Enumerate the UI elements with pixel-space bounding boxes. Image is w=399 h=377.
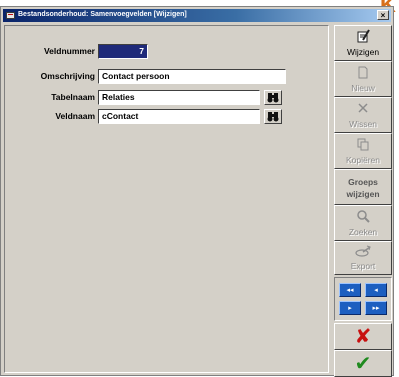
previous-record-button[interactable]: ◂	[365, 283, 387, 297]
ok-button[interactable]: ✔	[334, 350, 392, 377]
zoeken-button[interactable]: Zoeken	[334, 205, 392, 241]
wissen-button[interactable]: Wissen	[334, 97, 392, 133]
next-record-button[interactable]: ▸	[339, 301, 361, 315]
omschrijving-field[interactable]: Contact persoon	[98, 69, 286, 84]
export-icon	[355, 245, 371, 257]
export-button[interactable]: Export	[334, 241, 392, 275]
binoculars-icon	[267, 112, 279, 122]
omschrijving-label: Omschrijving	[40, 71, 95, 81]
groeps-wijzigen-button[interactable]: Groeps wijzigen	[334, 169, 392, 205]
first-record-button[interactable]: ◂◂	[339, 283, 361, 297]
app-icon	[6, 12, 15, 19]
edit-document-icon	[357, 29, 370, 43]
cancel-button[interactable]: ✘	[334, 323, 392, 350]
groeps-wijzigen-label-line1: Groeps	[348, 177, 378, 187]
delete-x-icon	[358, 103, 368, 113]
close-button[interactable]: ×	[377, 10, 389, 20]
tabelnaam-label: Tabelnaam	[51, 92, 95, 102]
title-bar: Bestandsonderhoud: Samenvoegvelden [Wijz…	[3, 9, 391, 22]
record-navigation: ◂◂ ◂ ▸ ▸▸	[334, 277, 392, 321]
kopieren-button[interactable]: Kopiëren	[334, 133, 392, 169]
veldnaam-label: Veldnaam	[55, 111, 95, 121]
veldnaam-lookup-button[interactable]	[264, 109, 282, 124]
kopieren-label: Kopiëren	[345, 155, 381, 165]
dialog-window: Bestandsonderhoud: Samenvoegvelden [Wijz…	[0, 6, 394, 377]
veldnummer-field[interactable]: 7	[98, 44, 148, 59]
copy-icon	[357, 138, 369, 151]
export-label: Export	[350, 261, 376, 271]
wissen-label: Wissen	[349, 119, 377, 129]
veldnummer-label: Veldnummer	[43, 46, 95, 56]
last-record-button[interactable]: ▸▸	[365, 301, 387, 315]
binoculars-icon	[267, 93, 279, 103]
wijzigen-button[interactable]: Wijzigen	[334, 25, 392, 61]
wijzigen-label: Wijzigen	[346, 47, 380, 57]
new-document-icon	[358, 66, 368, 79]
veldnaam-field[interactable]: cContact	[98, 109, 260, 124]
tabelnaam-field[interactable]: Relaties	[98, 90, 260, 105]
nieuw-label: Nieuw	[351, 83, 375, 93]
search-icon	[357, 210, 370, 223]
zoeken-label: Zoeken	[348, 227, 378, 237]
window-title: Bestandsonderhoud: Samenvoegvelden [Wijz…	[18, 11, 187, 18]
form-panel: Veldnummer 7 Omschrijving Contact persoo…	[4, 25, 329, 373]
groeps-wijzigen-label-line2: wijzigen	[346, 189, 380, 199]
tabelnaam-lookup-button[interactable]	[264, 90, 282, 105]
nieuw-button[interactable]: Nieuw	[334, 61, 392, 97]
